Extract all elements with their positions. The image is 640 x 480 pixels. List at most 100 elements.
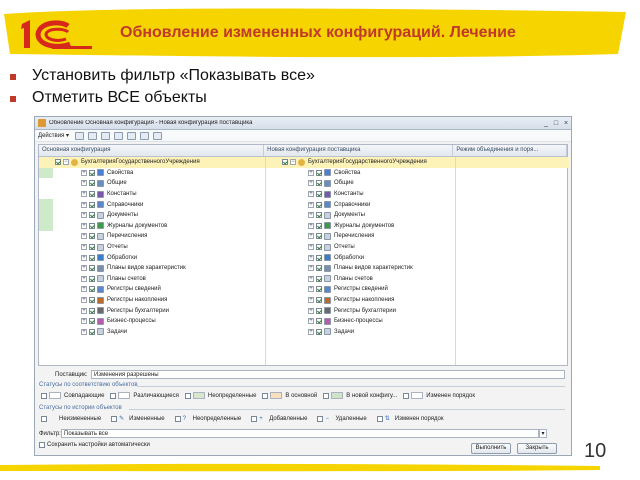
row-checkbox[interactable] — [316, 191, 322, 198]
tree-row[interactable]: + Журналы документов — [308, 221, 394, 232]
collapse-icon[interactable]: − — [290, 159, 296, 166]
expand-icon[interactable]: + — [308, 212, 314, 219]
row-checkbox[interactable] — [89, 212, 95, 219]
row-checkbox[interactable] — [316, 254, 322, 261]
tree-row[interactable]: + Свойства — [81, 168, 133, 179]
match-status-filter[interactable]: В новой конфигу... — [323, 392, 397, 399]
row-checkbox[interactable] — [316, 275, 322, 282]
history-status-filter[interactable]: ⇅ Изменен порядок — [376, 415, 444, 422]
row-checkbox[interactable] — [89, 169, 95, 176]
open-icon[interactable] — [139, 131, 149, 140]
tree-row[interactable]: + Справочники — [81, 199, 143, 210]
tree-root-row[interactable]: − БухгалтерияГосударственногоУчреждения — [266, 157, 455, 168]
history-status-filter[interactable]: ✎ Измененные — [111, 415, 165, 422]
expand-icon[interactable]: + — [81, 212, 87, 219]
expand-icon[interactable]: + — [81, 254, 87, 261]
expand-icon[interactable]: + — [81, 307, 87, 314]
root-checkbox[interactable] — [282, 159, 288, 166]
row-checkbox[interactable] — [316, 201, 322, 208]
filter-icon[interactable] — [113, 131, 123, 140]
row-checkbox[interactable] — [89, 244, 95, 251]
tree-row[interactable]: + Бизнес-процессы — [81, 316, 156, 327]
history-status-filter[interactable]: ? Неопределенные — [174, 415, 241, 422]
status-checkbox[interactable] — [262, 392, 269, 399]
status-checkbox[interactable] — [41, 415, 47, 422]
run-button[interactable]: Выполнить — [471, 443, 511, 454]
expand-icon[interactable]: + — [308, 297, 314, 304]
tree-row[interactable]: + Планы счетов — [308, 274, 373, 285]
tree-row[interactable]: + Журналы документов — [81, 221, 167, 232]
tree-row[interactable]: + Планы счетов — [81, 274, 146, 285]
tree-row[interactable]: + Перечисления — [81, 231, 147, 242]
close-window-button[interactable]: × — [561, 119, 571, 128]
tree-row[interactable]: + Планы видов характеристик — [81, 263, 186, 274]
row-checkbox[interactable] — [316, 286, 322, 293]
tree-row[interactable]: + Отчеты — [308, 242, 355, 253]
status-checkbox[interactable] — [403, 392, 410, 399]
expand-icon[interactable]: + — [308, 191, 314, 198]
expand-icon[interactable]: + — [308, 180, 314, 187]
expand-icon[interactable]: + — [308, 265, 314, 272]
expand-icon[interactable]: + — [81, 244, 87, 251]
expand-icon[interactable]: + — [308, 244, 314, 251]
status-checkbox[interactable] — [376, 415, 383, 422]
save-settings-checkbox[interactable] — [39, 442, 45, 448]
match-status-filter[interactable]: Различающиеся — [110, 392, 179, 399]
expand-icon[interactable]: + — [81, 297, 87, 304]
expand-icon[interactable]: + — [81, 191, 87, 198]
close-button[interactable]: Закрыть — [517, 443, 557, 454]
expand-icon[interactable]: + — [81, 328, 87, 335]
expand-icon[interactable]: + — [308, 222, 314, 229]
settings-icon[interactable] — [126, 131, 136, 140]
tree-row[interactable]: + Регистры накопления — [308, 295, 394, 306]
column-vendor-config[interactable]: Новая конфигурация поставщика — [264, 145, 454, 156]
expand-icon[interactable]: + — [308, 286, 314, 293]
row-checkbox[interactable] — [316, 307, 322, 314]
row-checkbox[interactable] — [89, 275, 95, 282]
tree-row[interactable]: + Регистры бухгалтерии — [81, 305, 169, 316]
expand-icon[interactable]: + — [81, 222, 87, 229]
row-checkbox[interactable] — [316, 169, 322, 176]
row-checkbox[interactable] — [89, 233, 95, 240]
status-checkbox[interactable] — [111, 415, 118, 422]
filter-select[interactable]: Показывать все — [61, 429, 539, 438]
expand-icon[interactable]: + — [81, 318, 87, 325]
expand-icon[interactable]: + — [308, 318, 314, 325]
column-main-config[interactable]: Основная конфигурация — [39, 145, 265, 156]
compare-icon[interactable] — [152, 131, 162, 140]
vendor-field[interactable]: Изменения разрешены — [91, 370, 565, 379]
tree-row[interactable]: + Документы — [308, 210, 365, 221]
expand-icon[interactable]: + — [308, 169, 314, 176]
tree-row[interactable]: + Свойства — [308, 168, 360, 179]
row-checkbox[interactable] — [89, 328, 95, 335]
row-checkbox[interactable] — [89, 265, 95, 272]
root-checkbox[interactable] — [55, 159, 61, 166]
row-checkbox[interactable] — [89, 318, 95, 325]
expand-icon[interactable]: + — [81, 169, 87, 176]
tree-row[interactable]: + Общие — [308, 178, 354, 189]
actions-menu[interactable]: Действия ▾ — [38, 132, 69, 139]
row-checkbox[interactable] — [316, 265, 322, 272]
status-checkbox[interactable] — [317, 415, 324, 422]
expand-icon[interactable]: + — [81, 180, 87, 187]
row-checkbox[interactable] — [316, 328, 322, 335]
tree-row[interactable]: + Обработки — [81, 252, 137, 263]
minimize-button[interactable]: _ — [541, 119, 551, 128]
status-checkbox[interactable] — [110, 392, 117, 399]
status-checkbox[interactable] — [184, 392, 191, 399]
row-checkbox[interactable] — [316, 233, 322, 240]
history-status-filter[interactable]: − Удаленные — [317, 415, 367, 422]
status-checkbox[interactable] — [323, 392, 330, 399]
tree-row[interactable]: + Регистры сведений — [81, 284, 161, 295]
expand-icon[interactable]: + — [308, 254, 314, 261]
row-checkbox[interactable] — [89, 222, 95, 229]
match-status-filter[interactable]: Неопределенные — [184, 392, 256, 399]
column-merge-mode[interactable]: Режим объединения и поря... — [453, 145, 567, 156]
tree-row[interactable]: + Справочники — [308, 199, 370, 210]
row-checkbox[interactable] — [89, 201, 95, 208]
match-status-filter[interactable]: Совпадающие — [41, 392, 104, 399]
expand-icon[interactable]: + — [81, 275, 87, 282]
tree-row[interactable]: + Отчеты — [81, 242, 128, 253]
tree-row[interactable]: + Бизнес-процессы — [308, 316, 383, 327]
tree-row[interactable]: + Регистры бухгалтерии — [308, 305, 396, 316]
